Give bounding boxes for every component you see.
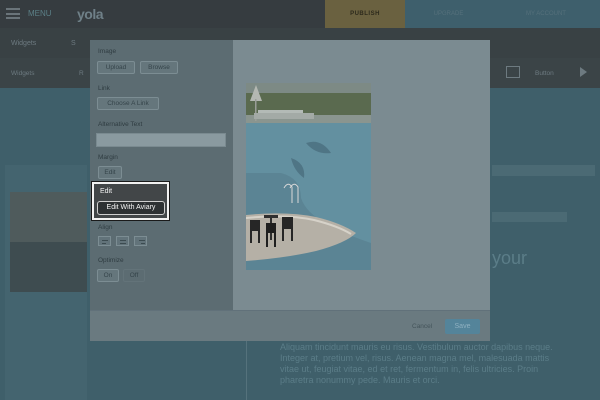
cancel-button[interactable]: Cancel bbox=[412, 323, 432, 330]
background-paragraph: Aliquam tincidunt mauris eu risus. Vesti… bbox=[280, 342, 553, 385]
alternative-text-input[interactable] bbox=[96, 133, 226, 147]
upgrade-button[interactable]: UPGRADE bbox=[405, 0, 492, 28]
image-section-label: Image bbox=[98, 48, 117, 55]
image-widget-icon[interactable] bbox=[506, 66, 520, 78]
right-column-strip bbox=[492, 165, 595, 176]
align-right-icon[interactable] bbox=[134, 236, 147, 246]
yola-logo: yola bbox=[77, 6, 104, 22]
edit-with-aviary-button[interactable]: Edit With Aviary bbox=[97, 201, 165, 215]
alternative-text-label: Alternative Text bbox=[98, 121, 143, 128]
optimize-on-button[interactable]: On bbox=[97, 269, 119, 282]
image-preview-area bbox=[233, 40, 490, 310]
margin-edit-button[interactable]: Edit bbox=[98, 166, 122, 179]
browse-button[interactable]: Browse bbox=[140, 61, 178, 74]
publish-button[interactable]: PUBLISH bbox=[325, 0, 405, 28]
right-column-strip bbox=[492, 212, 567, 222]
image-settings-dialog: Image Upload Browse Link Choose A Link A… bbox=[90, 40, 490, 341]
align-left-icon[interactable] bbox=[98, 236, 111, 246]
top-bar: MENU yola PUBLISH UPGRADE MY ACCOUNT bbox=[0, 0, 600, 28]
align-center-icon[interactable] bbox=[116, 236, 129, 246]
optimize-section-label: Optimize bbox=[98, 257, 124, 264]
edit-section-highlight: Edit Edit With Aviary bbox=[92, 182, 169, 220]
hamburger-menu-icon[interactable] bbox=[6, 8, 20, 19]
save-button[interactable]: Save bbox=[445, 319, 480, 334]
toolbar-next-arrow-icon[interactable] bbox=[580, 67, 587, 77]
pool-image-preview bbox=[246, 83, 371, 270]
toolbar-widgets-item[interactable]: Widgets bbox=[11, 70, 34, 77]
my-account-button[interactable]: MY ACCOUNT bbox=[492, 0, 600, 28]
menu-label[interactable]: MENU bbox=[28, 9, 52, 18]
link-section-label: Link bbox=[98, 85, 110, 92]
background-heading: your bbox=[492, 248, 528, 268]
upload-button[interactable]: Upload bbox=[97, 61, 135, 74]
column-divider bbox=[246, 340, 247, 400]
tab-widgets[interactable]: Widgets bbox=[11, 40, 36, 47]
margin-section-label: Margin bbox=[98, 154, 118, 161]
background-photo-sky bbox=[10, 192, 87, 242]
choose-a-link-button[interactable]: Choose A Link bbox=[97, 97, 159, 110]
optimize-off-button[interactable]: Off bbox=[123, 269, 145, 282]
align-section-label: Align bbox=[98, 224, 113, 231]
toolbar-second-item[interactable]: R bbox=[79, 70, 84, 77]
align-buttons bbox=[98, 236, 148, 246]
toolbar-button-widget[interactable]: Button bbox=[535, 70, 554, 77]
image-settings-panel: Image Upload Browse Link Choose A Link A… bbox=[90, 40, 233, 310]
tab-secondary[interactable]: S bbox=[71, 40, 76, 47]
edit-section-label: Edit bbox=[100, 188, 113, 195]
